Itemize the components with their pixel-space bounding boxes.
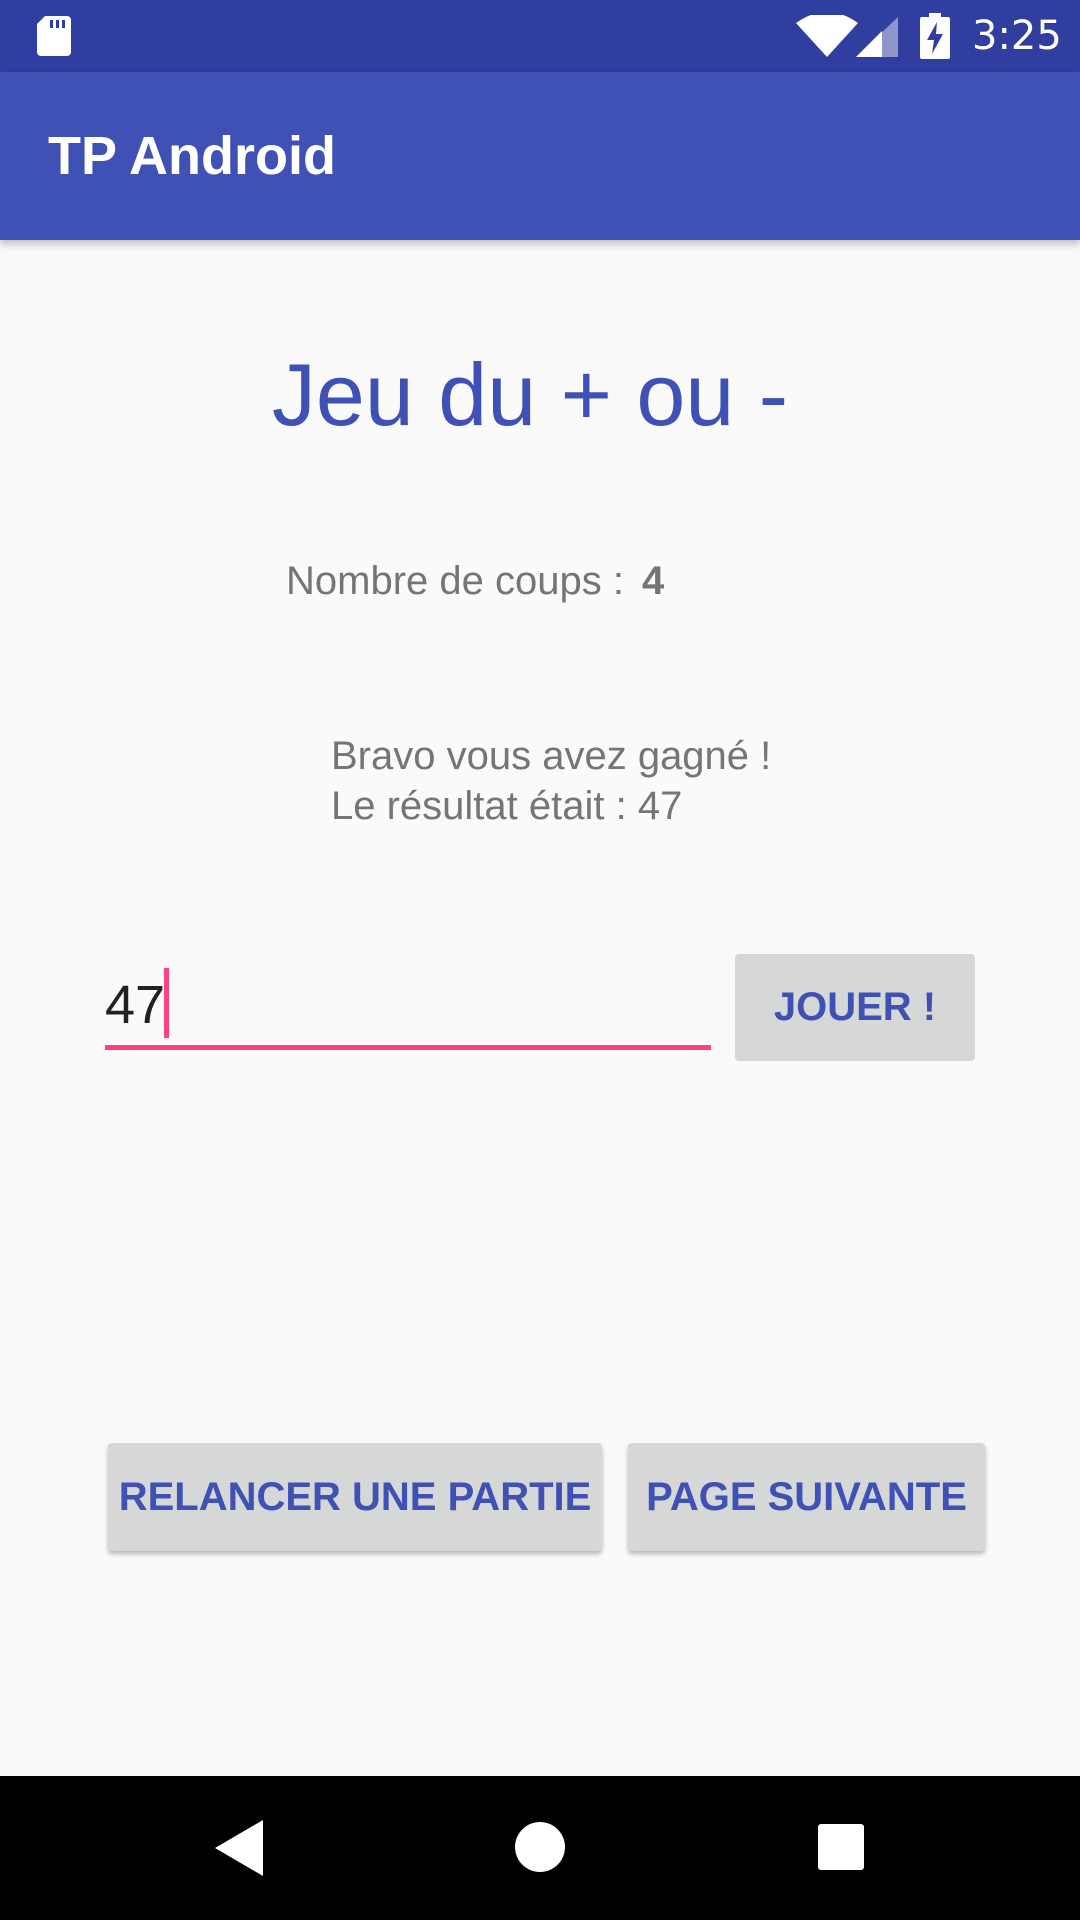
restart-game-button[interactable]: RELANCER UNE PARTIE xyxy=(108,1443,602,1551)
next-page-button[interactable]: PAGE SUIVANTE xyxy=(628,1443,985,1551)
status-bar: 3:25 xyxy=(0,0,1080,72)
back-icon[interactable] xyxy=(215,1820,263,1876)
cell-signal-icon xyxy=(856,17,898,57)
app-title: TP Android xyxy=(48,126,336,186)
text-cursor xyxy=(164,968,169,1038)
guess-input-value: 47 xyxy=(105,975,166,1035)
battery-charging-icon xyxy=(920,13,950,59)
result-line-win: Bravo vous avez gagné ! xyxy=(331,734,772,778)
status-clock: 3:25 xyxy=(972,13,1062,59)
sd-card-icon xyxy=(37,16,71,56)
game-title: Jeu du + ou - xyxy=(271,345,789,444)
home-icon[interactable] xyxy=(515,1822,565,1872)
screen: 3:25 TP Android Jeu du + ou - Nombre de … xyxy=(0,0,1080,1920)
guess-input[interactable]: 47 xyxy=(105,960,711,1050)
play-button[interactable]: JOUER ! xyxy=(735,954,975,1061)
navigation-bar xyxy=(0,1776,1080,1920)
coups-label: Nombre de coups : xyxy=(286,559,624,603)
app-bar: TP Android xyxy=(0,72,1080,240)
result-line-answer: Le résultat était : 47 xyxy=(331,784,683,828)
result-message: Bravo vous avez gagné ! Le résultat étai… xyxy=(331,731,771,831)
coups-value: 4 xyxy=(641,559,665,603)
coups-counter: Nombre de coups : 4 xyxy=(286,556,664,606)
recents-icon[interactable] xyxy=(818,1824,864,1870)
wifi-icon xyxy=(796,15,858,57)
